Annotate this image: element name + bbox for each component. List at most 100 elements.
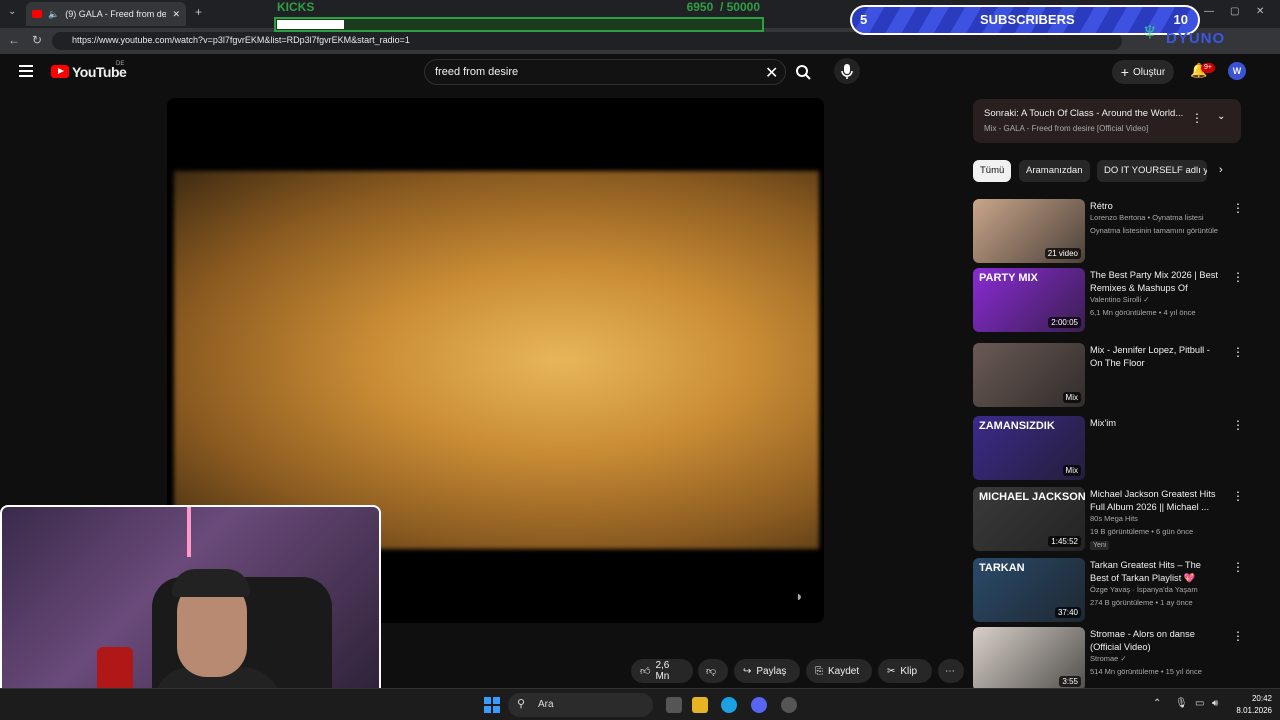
- video-thumbnail[interactable]: 21 video: [973, 199, 1085, 263]
- video-title[interactable]: Mix'im: [1090, 417, 1220, 430]
- related-video-item[interactable]: 3:55 Stromae - Alors on danse (Official V…: [973, 627, 1244, 691]
- kicks-count: 6950 / 50000: [686, 0, 760, 14]
- video-thumbnail[interactable]: PARTY MIX 2:00:05: [973, 268, 1085, 332]
- clock-time: 20:42: [1251, 694, 1272, 703]
- task-view-icon[interactable]: [666, 697, 682, 713]
- video-title[interactable]: Rétro: [1090, 200, 1220, 213]
- related-video-item[interactable]: 21 video Rétro Lorenzo Bertona • Oynatma l…: [973, 199, 1244, 263]
- file-explorer-icon[interactable]: [692, 697, 708, 713]
- related-video-item[interactable]: TARKAN 37:40 Tarkan Greatest Hits – The Be…: [973, 558, 1244, 622]
- video-meta: Oynatma listesinin tamamını görüntüle: [1090, 226, 1218, 235]
- speaker-icon[interactable]: 🔈: [48, 9, 59, 20]
- video-thumbnail[interactable]: Mix: [973, 343, 1085, 407]
- video-meta: 274 B görüntüleme • 1 ay önce: [1090, 598, 1193, 607]
- youtube-header: YouTube DE freed from desire ✕ + Oluştur…: [0, 56, 1270, 90]
- clear-search-icon[interactable]: ✕: [765, 63, 778, 83]
- settings-icon[interactable]: [781, 697, 797, 713]
- back-icon[interactable]: ←: [8, 33, 20, 47]
- video-channel[interactable]: 80s Mega Hits: [1090, 514, 1230, 523]
- video-thumbnail[interactable]: ZAMANSIZDIK Mix: [973, 416, 1085, 480]
- youtube-logo-icon[interactable]: [51, 65, 69, 78]
- streamer-logo-text: DYUNO: [1166, 30, 1226, 47]
- avatar[interactable]: W: [1228, 62, 1246, 80]
- thumbnail-text: MICHAEL JACKSON: [979, 491, 1085, 503]
- microphone-icon: [841, 64, 853, 79]
- share-button[interactable]: ↪ Paylaş: [734, 659, 800, 683]
- chip-all[interactable]: Tümü: [973, 160, 1012, 182]
- up-next-subtitle: Mix - GALA - Freed from desire [Official…: [984, 124, 1149, 133]
- voice-search-button[interactable]: [834, 58, 860, 84]
- taskbar-clock[interactable]: 20:42 8.01.2026: [1230, 693, 1272, 717]
- more-vert-icon[interactable]: ⋮: [1232, 629, 1244, 643]
- edge-browser-icon[interactable]: [721, 697, 737, 713]
- chip-from-search[interactable]: Aramanızdan: [1019, 160, 1090, 182]
- video-frame[interactable]: [174, 171, 819, 549]
- video-title[interactable]: The Best Party Mix 2026 | Best Remixes &…: [1090, 269, 1220, 295]
- video-title[interactable]: Michael Jackson Greatest Hits Full Album…: [1090, 488, 1220, 514]
- video-title[interactable]: Mix - Jennifer Lopez, Pitbull - On The F…: [1090, 344, 1220, 370]
- chevron-down-icon[interactable]: ⌄: [1217, 111, 1225, 122]
- like-button[interactable]: 👍︎ 2,6 Mn: [631, 659, 693, 683]
- more-vert-icon[interactable]: ⋮: [1232, 489, 1244, 503]
- video-thumbnail[interactable]: 3:55: [973, 627, 1085, 691]
- browser-tab[interactable]: 🔈 (9) GALA - Freed from desire [ ✕: [26, 2, 186, 26]
- up-next-title: Sonraki: A Touch Of Class - Around the W…: [984, 108, 1184, 119]
- mascot-icon: ♆: [1140, 16, 1160, 46]
- windows-start-icon[interactable]: [484, 697, 500, 713]
- tab-list-icon[interactable]: ⌄: [8, 6, 16, 17]
- subs-current: 5: [860, 12, 868, 27]
- more-actions-button[interactable]: ⋯: [938, 659, 964, 683]
- video-meta: 6,1 Mn görüntüleme • 4 yıl önce: [1090, 308, 1196, 317]
- video-thumbnail[interactable]: MICHAEL JACKSON 1:45:52: [973, 487, 1085, 551]
- video-channel[interactable]: Valentino Sirolli ✓: [1090, 295, 1230, 304]
- duration-badge: 21 video: [1044, 248, 1081, 259]
- create-button[interactable]: + Oluştur: [1112, 60, 1174, 84]
- player-brand-icon: ◗: [795, 588, 804, 604]
- video-channel[interactable]: Stromae ✓: [1090, 654, 1230, 663]
- video-channel[interactable]: Özge Yavaş · İspanya'da Yaşam: [1090, 585, 1230, 594]
- video-meta: 19 B görüntüleme • 6 gün önce: [1090, 527, 1194, 536]
- search-button[interactable]: [788, 59, 818, 85]
- video-title[interactable]: Tarkan Greatest Hits – The Best of Tarka…: [1090, 559, 1220, 585]
- clip-button[interactable]: ✂ Klip: [878, 659, 932, 683]
- duration-badge: 1:45:52: [1048, 536, 1081, 547]
- related-video-item[interactable]: ZAMANSIZDIK Mix Mix'im ⋮: [973, 416, 1244, 480]
- like-count: 2,6 Mn: [655, 660, 670, 682]
- search-box[interactable]: freed from desire ✕: [424, 59, 786, 85]
- related-video-item[interactable]: PARTY MIX 2:00:05 The Best Party Mix 2026 …: [973, 268, 1244, 332]
- duration-badge: 2:00:05: [1048, 317, 1081, 328]
- chip-diy[interactable]: DO IT YOURSELF adlı y...: [1097, 160, 1207, 182]
- video-title[interactable]: Stromae - Alors on danse (Official Video…: [1090, 628, 1220, 654]
- taskbar-search-label: Ara: [538, 699, 554, 710]
- tray-mic-icon[interactable]: 🎙︎: [1175, 698, 1188, 709]
- taskbar-search[interactable]: ⚲ Ara: [508, 693, 653, 717]
- more-vert-icon[interactable]: ⋮: [1232, 201, 1244, 215]
- up-next-card[interactable]: Sonraki: A Touch Of Class - Around the W…: [973, 99, 1241, 143]
- video-channel[interactable]: Lorenzo Bertona • Oynatma listesi: [1090, 213, 1230, 222]
- more-vert-icon[interactable]: ⋮: [1232, 418, 1244, 432]
- close-tab-icon[interactable]: ✕: [172, 9, 180, 20]
- more-vert-icon[interactable]: ⋮: [1232, 270, 1244, 284]
- duration-badge: Mix: [1062, 465, 1081, 476]
- discord-icon[interactable]: [751, 697, 767, 713]
- search-input[interactable]: freed from desire: [435, 66, 518, 78]
- neon-light: [187, 507, 277, 557]
- tray-display-icon[interactable]: ▭: [1195, 698, 1204, 709]
- reload-icon[interactable]: ↻: [32, 33, 42, 47]
- related-video-item[interactable]: Mix Mix - Jennifer Lopez, Pitbull - On Th…: [973, 343, 1244, 407]
- more-vert-icon[interactable]: ⋮: [1191, 111, 1203, 125]
- tray-volume-icon[interactable]: 🔊︎: [1212, 698, 1218, 709]
- new-tab-icon[interactable]: +: [195, 5, 202, 19]
- windows-taskbar: ⚲ Ara ⌃ 🎙︎ ▭ 🔊︎ 20:42 8.01.2026: [0, 688, 1280, 720]
- thumbs-down-icon: 👎︎: [706, 666, 717, 677]
- related-video-item[interactable]: MICHAEL JACKSON 1:45:52 Michael Jackson Gr…: [973, 487, 1244, 551]
- more-vert-icon[interactable]: ⋮: [1232, 560, 1244, 574]
- save-button[interactable]: ⎘ Kaydet: [806, 659, 872, 683]
- tray-chevron-up-icon[interactable]: ⌃: [1153, 698, 1161, 709]
- more-vert-icon[interactable]: ⋮: [1232, 345, 1244, 359]
- video-thumbnail[interactable]: TARKAN 37:40: [973, 558, 1085, 622]
- dislike-button[interactable]: 👎︎: [698, 659, 728, 683]
- kicks-label: KICKS: [277, 0, 315, 14]
- chevron-right-icon[interactable]: ›: [1219, 164, 1223, 176]
- hamburger-menu-icon[interactable]: [19, 65, 33, 77]
